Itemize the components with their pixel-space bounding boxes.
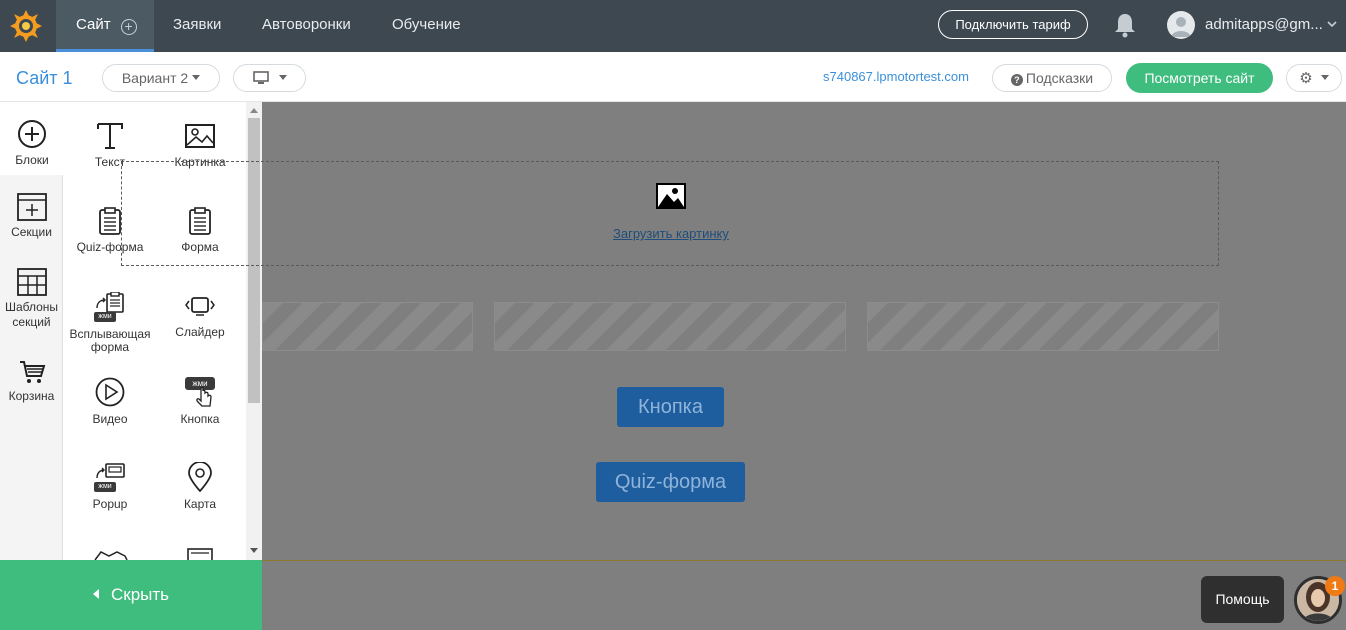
bell-icon[interactable] [1113, 12, 1137, 38]
notification-badge: 1 [1325, 576, 1345, 596]
image-icon [656, 183, 686, 209]
caret-left-icon [92, 589, 99, 599]
popup-form-icon: жми [93, 292, 127, 322]
block-label: Карта [183, 497, 217, 511]
templates-icon [16, 268, 47, 296]
cart-icon [19, 361, 45, 383]
popup-icon: жми [93, 462, 127, 492]
user-silhouette-icon [1171, 17, 1191, 37]
rail-label: Корзина [8, 389, 55, 403]
hints-label: Подсказки [1025, 70, 1094, 86]
rail-label: Шаблоны секций [4, 300, 59, 329]
plus-circle-icon [18, 120, 46, 148]
partial-block-icon [94, 551, 128, 560]
rail-item-cart[interactable]: Корзина [0, 359, 63, 403]
block-label: Всплывающая форма [69, 327, 151, 354]
image-icon [185, 124, 215, 148]
user-avatar[interactable] [1167, 11, 1195, 39]
top-navbar: Сайт + Заявки Автоворонки Обучение Подклю… [0, 0, 1346, 52]
block-popup[interactable]: жми Popup [65, 462, 155, 511]
section-divider [262, 560, 1346, 561]
placeholder-column[interactable] [494, 302, 846, 351]
hide-label: Скрыть [110, 585, 170, 604]
gear-icon: ⚙ [1299, 70, 1313, 87]
rail-item-blocks[interactable]: Блоки [0, 102, 64, 175]
device-dropdown[interactable] [233, 64, 306, 92]
user-email[interactable]: admitapps@gm... [1205, 0, 1323, 50]
question-circle-icon: ? [1010, 74, 1023, 86]
block-button[interactable]: жми Кнопка [155, 377, 245, 426]
slider-icon [185, 297, 215, 316]
nav-learning[interactable]: Обучение [392, 0, 461, 52]
press-badge: жми [94, 312, 116, 322]
desktop-monitor-icon [252, 71, 269, 84]
text-icon [97, 123, 123, 149]
block-label: Видео [92, 412, 128, 426]
sidebar-rail: Блоки Секции Шаблоны секций Корзина [0, 102, 64, 560]
chevron-down-icon[interactable] [1326, 18, 1338, 30]
block-map[interactable]: Карта [155, 462, 245, 511]
variant-label: Вариант 2 [121, 70, 189, 86]
clipboard-icon [99, 207, 121, 235]
placeholder-column[interactable] [262, 302, 473, 351]
site-domain-link[interactable]: s740867.lpmotortest.com [823, 52, 969, 102]
block-video[interactable]: Видео [65, 377, 155, 426]
block-label: Слайдер [175, 325, 225, 339]
nav-site[interactable]: Сайт + [56, 0, 154, 52]
nav-requests[interactable]: Заявки [173, 0, 221, 52]
block-popup-form[interactable]: жми Всплывающая форма [65, 292, 155, 354]
scroll-down-arrow-icon[interactable] [250, 548, 258, 553]
caret-down-icon [192, 75, 201, 80]
add-site-icon[interactable]: + [120, 19, 137, 35]
hide-panel-button[interactable]: Скрыть [0, 560, 262, 630]
nav-autofunnels[interactable]: Автоворонки [262, 0, 351, 52]
canvas-quiz-button[interactable]: Quiz-форма [596, 462, 745, 502]
caret-down-icon [1320, 75, 1329, 80]
caret-down-icon [278, 75, 287, 80]
block-label: Кнопка [180, 412, 220, 426]
placeholder-column[interactable] [867, 302, 1219, 351]
variant-dropdown[interactable]: Вариант 2 [102, 64, 220, 92]
rail-item-sections[interactable]: Секции [0, 193, 63, 239]
block-slider[interactable]: Слайдер [155, 292, 245, 339]
button-click-icon: жми [184, 377, 216, 407]
canvas-button[interactable]: Кнопка [617, 387, 724, 427]
image-placeholder[interactable] [121, 161, 1219, 266]
settings-dropdown[interactable]: ⚙ [1286, 64, 1342, 92]
logo-sun-icon[interactable] [10, 10, 42, 42]
scroll-up-arrow-icon[interactable] [250, 108, 258, 113]
site-title[interactable]: Сайт 1 [16, 52, 73, 104]
editor-toolbar: Сайт 1 Вариант 2 s740867.lpmotortest.com… [0, 52, 1346, 102]
rail-label: Секции [11, 225, 52, 239]
play-icon [95, 377, 125, 407]
view-site-button[interactable]: Посмотреть сайт [1126, 63, 1273, 93]
press-badge: жми [94, 482, 116, 492]
upload-image-link[interactable]: Загрузить картинку [613, 226, 729, 241]
rail-label: Блоки [15, 153, 49, 167]
map-pin-icon [188, 462, 212, 492]
connect-tariff-button[interactable]: Подключить тариф [938, 10, 1088, 39]
help-tooltip[interactable]: Помощь [1201, 576, 1284, 623]
section-icon [16, 193, 47, 221]
nav-site-label: Сайт [76, 16, 111, 33]
rail-item-section-templates[interactable]: Шаблоны секций [0, 268, 63, 330]
partial-block-icon [187, 548, 213, 560]
block-label: Popup [92, 497, 128, 511]
hints-button[interactable]: ? Подсказки [992, 64, 1112, 92]
